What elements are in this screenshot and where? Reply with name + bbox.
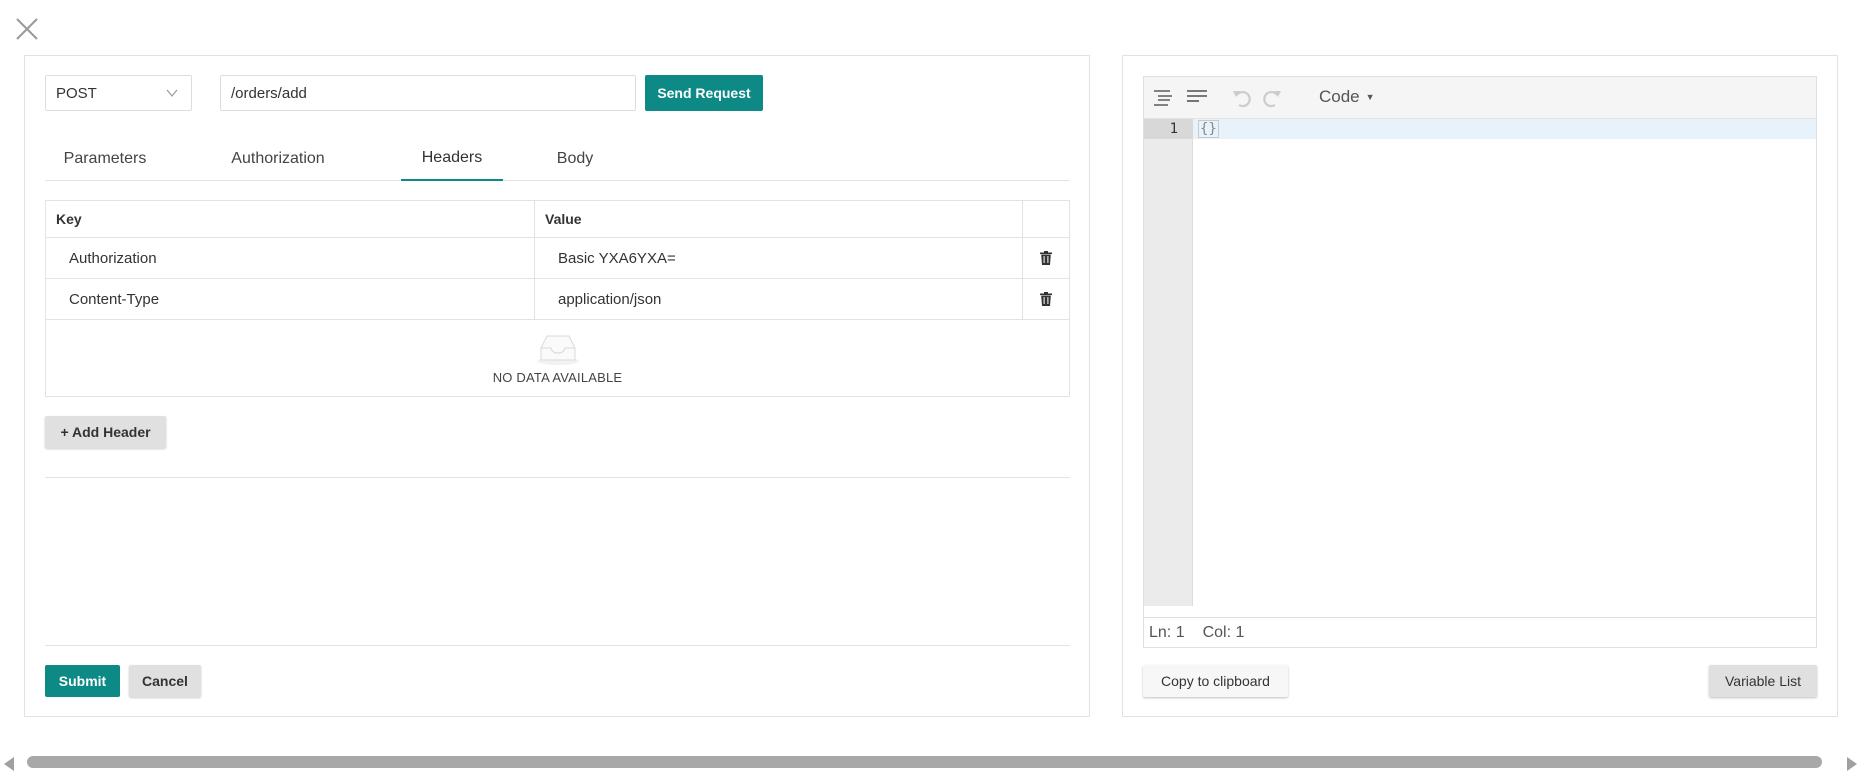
compact-icon[interactable] bbox=[1185, 86, 1209, 110]
tab-authorization[interactable]: Authorization bbox=[203, 136, 353, 181]
method-value: POST bbox=[56, 84, 97, 102]
scroll-right-arrow-icon[interactable] bbox=[1847, 757, 1857, 771]
code-content: {} bbox=[1198, 120, 1219, 138]
header-value-cell[interactable]: Basic YXA6YXA= bbox=[535, 238, 1023, 278]
code-line: {} bbox=[1198, 119, 1219, 139]
scrollbar-thumb[interactable] bbox=[27, 756, 1822, 768]
status-column: Col: 1 bbox=[1202, 623, 1245, 641]
add-header-button[interactable]: + Add Header bbox=[45, 416, 166, 448]
editor-statusbar: Ln: 1 Col: 1 bbox=[1144, 617, 1816, 647]
request-panel: POST Send Request Parameters Authorizati… bbox=[24, 55, 1090, 717]
column-header-value: Value bbox=[535, 201, 1023, 237]
delete-row-button[interactable] bbox=[1023, 238, 1069, 278]
column-header-key: Key bbox=[46, 201, 535, 237]
line-number: 1 bbox=[1144, 119, 1193, 139]
editor-toolbar: Code ▼ bbox=[1144, 77, 1816, 119]
empty-state-text: NO DATA AVAILABLE bbox=[492, 370, 623, 385]
undo-icon[interactable] bbox=[1230, 86, 1254, 110]
scroll-left-arrow-icon[interactable] bbox=[4, 757, 14, 771]
divider bbox=[45, 477, 1070, 478]
tab-headers[interactable]: Headers bbox=[401, 136, 503, 181]
active-line-highlight bbox=[1193, 119, 1816, 139]
header-value-cell[interactable]: application/json bbox=[535, 279, 1023, 319]
header-key-cell[interactable]: Content-Type bbox=[46, 279, 535, 319]
code-editor: Code ▼ 1 {} Ln: 1 Col: 1 bbox=[1143, 76, 1817, 648]
table-row: Authorization Basic YXA6YXA= bbox=[46, 238, 1069, 279]
line-gutter: 1 bbox=[1144, 119, 1193, 606]
headers-table: Key Value Authorization Basic YXA6YXA= C… bbox=[45, 200, 1070, 397]
send-request-button[interactable]: Send Request bbox=[645, 75, 763, 111]
header-key-cell[interactable]: Authorization bbox=[46, 238, 535, 278]
code-mode-dropdown[interactable]: Code ▼ bbox=[1319, 87, 1375, 107]
horizontal-scrollbar[interactable] bbox=[0, 754, 1861, 772]
chevron-down-icon bbox=[166, 89, 178, 97]
trash-icon bbox=[1040, 251, 1052, 265]
empty-state: NO DATA AVAILABLE bbox=[46, 320, 1069, 396]
copy-to-clipboard-button[interactable]: Copy to clipboard bbox=[1143, 665, 1288, 697]
code-mode-label: Code bbox=[1319, 87, 1360, 106]
close-icon bbox=[16, 18, 38, 40]
column-header-actions bbox=[1023, 201, 1069, 237]
submit-button[interactable]: Submit bbox=[45, 665, 120, 697]
editor-content[interactable]: 1 {} bbox=[1144, 119, 1816, 606]
delete-row-button[interactable] bbox=[1023, 279, 1069, 319]
request-tabs: Parameters Authorization Headers Body bbox=[45, 136, 1070, 181]
cancel-button[interactable]: Cancel bbox=[129, 665, 201, 697]
variable-list-button[interactable]: Variable List bbox=[1709, 665, 1817, 697]
response-panel: Code ▼ 1 {} Ln: 1 Col: 1 Copy to clipboa… bbox=[1122, 55, 1838, 717]
caret-down-icon: ▼ bbox=[1365, 92, 1375, 102]
redo-icon[interactable] bbox=[1260, 86, 1284, 110]
table-header-row: Key Value bbox=[46, 201, 1069, 238]
trash-icon bbox=[1040, 292, 1052, 306]
empty-inbox-icon bbox=[536, 335, 579, 365]
table-row: Content-Type application/json bbox=[46, 279, 1069, 320]
method-select[interactable]: POST bbox=[45, 75, 192, 111]
close-button[interactable] bbox=[14, 16, 40, 42]
format-icon[interactable] bbox=[1151, 86, 1175, 110]
status-line: Ln: 1 bbox=[1149, 623, 1185, 641]
tab-body[interactable]: Body bbox=[525, 136, 625, 181]
url-input[interactable] bbox=[220, 75, 636, 111]
tab-parameters[interactable]: Parameters bbox=[45, 136, 165, 181]
divider bbox=[45, 645, 1070, 646]
